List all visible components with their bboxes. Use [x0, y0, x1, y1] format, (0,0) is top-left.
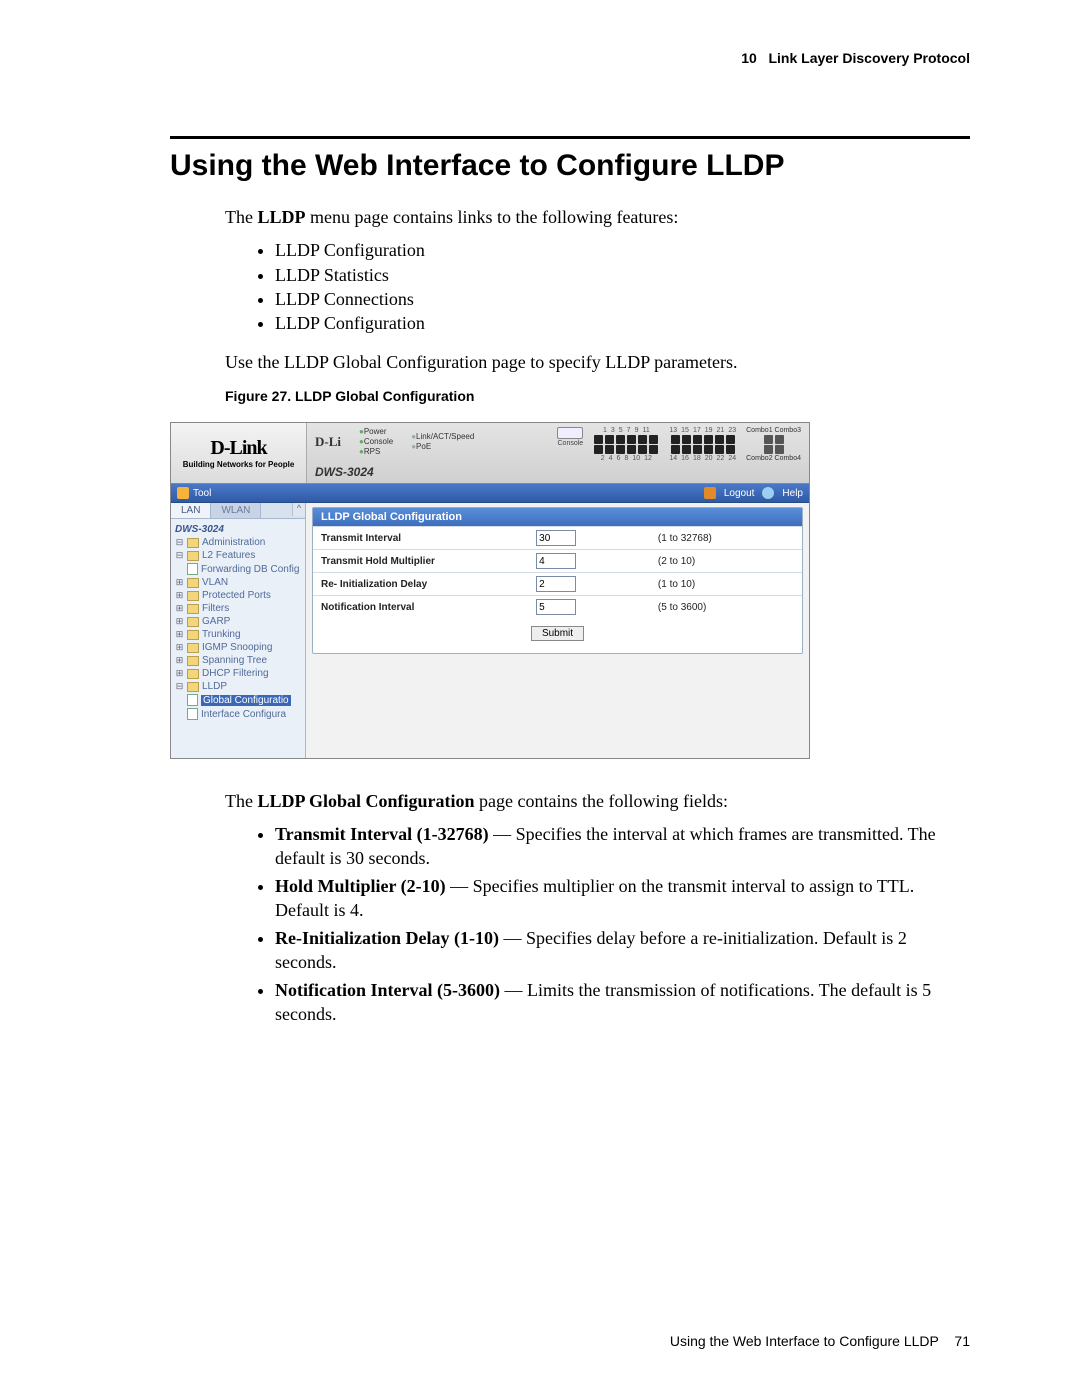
sidebar-tabs: LAN WLAN ^ [171, 503, 305, 519]
page-footer: Using the Web Interface to Configure LLD… [670, 1333, 970, 1349]
field-range: (5 to 3600) [650, 596, 802, 619]
toolbar: Tool Logout Help [171, 484, 809, 503]
brand-tagline: Building Networks for People [183, 460, 295, 469]
chapter-title: Link Layer Discovery Protocol [768, 50, 970, 66]
reinit-delay-input[interactable] [536, 576, 576, 592]
folder-icon [187, 617, 199, 627]
page-header: 10 Link Layer Discovery Protocol [170, 50, 970, 66]
list-item: LLDP Configuration [275, 239, 970, 262]
field-range: (1 to 10) [650, 573, 802, 596]
table-row: Transmit Hold Multiplier (2 to 10) [313, 550, 802, 573]
folder-icon [187, 538, 199, 548]
tree-dhcp[interactable]: ⊞DHCP Filtering [175, 667, 303, 680]
field-label: Transmit Hold Multiplier [313, 550, 528, 573]
config-panel: LLDP Global Configuration Transmit Inter… [312, 507, 803, 654]
main-panel: LLDP Global Configuration Transmit Inter… [306, 503, 809, 758]
tab-wlan[interactable]: WLAN [211, 503, 261, 518]
nav-tree: DWS-3024 ⊟Administration ⊟L2 Features Fo… [171, 519, 305, 725]
field-range: (2 to 10) [650, 550, 802, 573]
help-icon[interactable] [762, 487, 774, 499]
logo-area: D-Link Building Networks for People [171, 423, 307, 483]
folder-icon [187, 578, 199, 588]
brand-echo: D-Li [315, 434, 341, 450]
tab-lan[interactable]: LAN [171, 503, 211, 518]
console-port-icon [557, 427, 583, 439]
folder-icon [187, 682, 199, 692]
table-row: Notification Interval (5 to 3600) [313, 596, 802, 619]
tree-filters[interactable]: ⊞Filters [175, 602, 303, 615]
console-label: Console [558, 440, 584, 447]
brand-logo: D-Link [210, 437, 266, 460]
tool-label[interactable]: Tool [193, 488, 211, 499]
page-icon [187, 708, 198, 720]
tree-garp[interactable]: ⊞GARP [175, 615, 303, 628]
logout-link[interactable]: Logout [724, 488, 755, 499]
list-item: Notification Interval (5-3600) — Limits … [275, 979, 970, 1027]
panel-title: LLDP Global Configuration [313, 508, 802, 526]
tree-fdb[interactable]: Forwarding DB Config [175, 562, 303, 576]
list-item: Hold Multiplier (2-10) — Specifies multi… [275, 875, 970, 923]
tree-admin[interactable]: ⊟Administration [175, 536, 303, 549]
folder-icon [187, 604, 199, 614]
banner: D-Link Building Networks for People D-Li… [171, 423, 809, 484]
tree-vlan[interactable]: ⊞VLAN [175, 576, 303, 589]
combo-label-bot: Combo2 Combo4 [746, 455, 801, 462]
figure-caption: Figure 27. LLDP Global Configuration [225, 388, 970, 404]
field-label: Notification Interval [313, 596, 528, 619]
field-label: Transmit Interval [313, 527, 528, 550]
list-item: LLDP Statistics [275, 264, 970, 287]
list-item: Re-Initialization Delay (1-10) — Specifi… [275, 927, 970, 975]
chapter-number: 10 [741, 50, 757, 66]
page-number: 71 [954, 1333, 970, 1349]
folder-icon [187, 630, 199, 640]
notification-interval-input[interactable] [536, 599, 576, 615]
scroll-up-icon[interactable]: ^ [292, 503, 305, 516]
list-item: LLDP Connections [275, 288, 970, 311]
hold-multiplier-input[interactable] [536, 553, 576, 569]
intro-paragraph: The LLDP menu page contains links to the… [225, 205, 970, 229]
screenshot: D-Link Building Networks for People D-Li… [170, 422, 810, 759]
logout-icon[interactable] [704, 487, 716, 499]
features-list: LLDP Configuration LLDP Statistics LLDP … [255, 239, 970, 336]
tree-igmp[interactable]: ⊞IGMP Snooping [175, 641, 303, 654]
field-descriptions: Transmit Interval (1-32768) — Specifies … [255, 823, 970, 1027]
page-icon [187, 694, 198, 706]
model-label: DWS-3024 [315, 465, 374, 479]
port-graphic: Console 1357911 24681012 [557, 427, 801, 462]
tree-l2[interactable]: ⊟L2 Features [175, 549, 303, 562]
tree-global-config[interactable]: Global Configuratio [175, 693, 303, 707]
combo-label-top: Combo1 Combo3 [746, 427, 801, 434]
fields-intro: The LLDP Global Configuration page conta… [225, 789, 970, 813]
field-range: (1 to 32768) [650, 527, 802, 550]
list-item: Transmit Interval (1-32768) — Specifies … [275, 823, 970, 871]
config-table: Transmit Interval (1 to 32768) Transmit … [313, 526, 802, 618]
page-icon [187, 563, 198, 575]
mode-leds: Link/ACT/Speed PoE [411, 432, 474, 451]
usage-paragraph: Use the LLDP Global Configuration page t… [225, 350, 970, 374]
table-row: Re- Initialization Delay (1 to 10) [313, 573, 802, 596]
help-link[interactable]: Help [782, 488, 803, 499]
folder-icon [187, 669, 199, 679]
tree-lldp[interactable]: ⊟LLDP [175, 680, 303, 693]
folder-icon [187, 551, 199, 561]
tree-span[interactable]: ⊞Spanning Tree [175, 654, 303, 667]
sidebar: LAN WLAN ^ DWS-3024 ⊟Administration ⊟L2 … [171, 503, 306, 758]
transmit-interval-input[interactable] [536, 530, 576, 546]
status-leds: Power Console RPS [359, 427, 393, 456]
folder-icon [187, 656, 199, 666]
tree-prot[interactable]: ⊞Protected Ports [175, 589, 303, 602]
tree-interface-config[interactable]: Interface Configura [175, 707, 303, 721]
folder-icon [187, 643, 199, 653]
folder-icon [187, 591, 199, 601]
tree-trunk[interactable]: ⊞Trunking [175, 628, 303, 641]
submit-button[interactable]: Submit [531, 626, 584, 641]
tree-device[interactable]: DWS-3024 [175, 523, 303, 536]
footer-text: Using the Web Interface to Configure LLD… [670, 1333, 939, 1349]
device-area: D-Li Power Console RPS Link/ACT/Speed Po… [307, 423, 809, 483]
section-title: Using the Web Interface to Configure LLD… [170, 136, 970, 183]
tool-icon[interactable] [177, 487, 189, 499]
list-item: LLDP Configuration [275, 312, 970, 335]
field-label: Re- Initialization Delay [313, 573, 528, 596]
table-row: Transmit Interval (1 to 32768) [313, 527, 802, 550]
